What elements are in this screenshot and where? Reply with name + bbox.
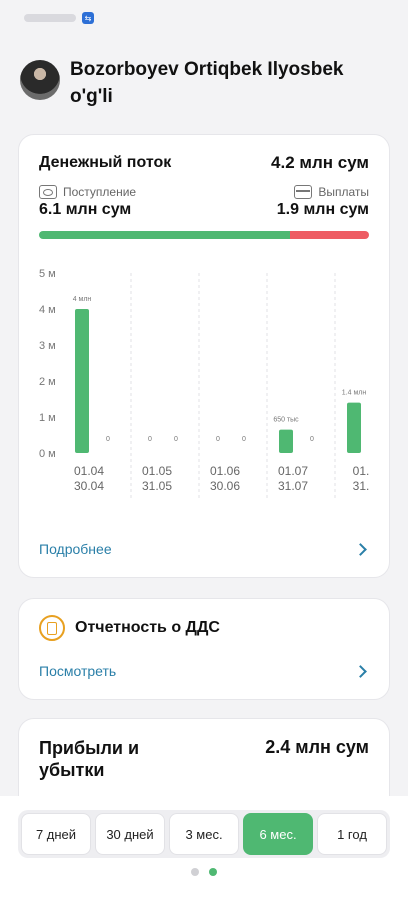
chevron-right-icon [354,664,367,678]
outcome-value: 1.9 млн сум [276,201,369,218]
x-tick-label: 30.04 [74,479,104,493]
y-tick-label: 5 м [39,268,56,280]
cash-flow-card[interactable]: Денежный поток 4.2 млн сум Поступление 6… [18,134,390,578]
chart-bar [347,402,361,453]
status-bar: ⇆ [0,0,408,36]
x-tick-label: 01. [353,464,370,478]
profit-loss-title: Прибыли и убытки [39,738,140,780]
details-link-label: Подробнее [39,541,112,557]
bar-value-label: 0 [216,436,220,443]
card-payment-icon [294,185,313,199]
dds-report-card[interactable]: Отчетность о ДДС Посмотреть [18,598,390,700]
period-panel: 7 дней 30 дней 3 мес. 6 мес. 1 год [0,796,408,900]
income-label: Поступление [63,185,137,199]
x-tick-label: 01.04 [74,464,104,478]
page-dot [209,868,217,876]
page-dot [191,868,199,876]
chart-bar [75,309,89,453]
chevron-right-icon [354,542,367,556]
cash-flow-title: Денежный поток [39,154,172,171]
bar-value-label: 0 [106,436,110,443]
bar-value-label: 0 [310,436,314,443]
x-tick-label: 31.05 [142,479,172,493]
bar-value-label: 4 млн [73,296,92,303]
profit-loss-value: 2.4 млн сум [265,737,369,757]
period-button[interactable]: 1 год [317,813,387,855]
cash-flow-total: 4.2 млн сум [271,153,369,172]
y-tick-label: 0 м [39,448,56,460]
bar-value-label: 0 [174,436,178,443]
bar-value-label: 1.4 млн [342,390,367,397]
cash-flow-chart-svg: 5 м 4 м 3 м 2 м 1 м 0 м 4 млн 0 0 650 тыс 1.4 млн 0… [39,268,370,499]
y-tick-label: 2 м [39,376,56,388]
cash-flow-header: Денежный поток 4.2 млн сум [19,135,389,173]
avatar[interactable] [20,60,60,100]
page-indicator [0,868,408,876]
period-selector[interactable]: 7 дней 30 дней 3 мес. 6 мес. 1 год [18,810,390,858]
income-ratio-fill [39,231,290,239]
view-link-label: Посмотреть [39,663,117,679]
outcome-block: Выплаты 1.9 млн сум [277,185,369,219]
x-tick-label: 01.06 [210,464,240,478]
bar-value-label: 0 [242,436,246,443]
income-outcome-ratio-bar [39,231,369,239]
income-icon [39,185,57,199]
y-tick-label: 4 м [39,304,56,316]
dds-title: Отчетность о ДДС [75,619,220,636]
cash-flow-breakdown: Поступление 6.1 млн сум Выплаты 1.9 млн … [19,173,389,219]
cash-flow-details-link[interactable]: Подробнее [39,541,369,557]
bar-value-label: 0 [148,436,152,443]
income-value: 6.1 млн сум [39,201,132,218]
app-notification-icon: ⇆ [82,12,94,24]
y-tick-label: 3 м [39,340,56,352]
period-button[interactable]: 30 дней [95,813,165,855]
x-tick-label: 30.06 [210,479,240,493]
period-button[interactable]: 6 мес. [243,813,313,855]
x-tick-label: 31.07 [278,479,308,493]
x-tick-label: 31. [353,479,370,493]
period-button[interactable]: 3 мес. [169,813,239,855]
status-time [24,14,76,22]
document-icon [39,615,65,641]
bar-value-label: 650 тыс [273,417,299,424]
x-tick-label: 01.05 [142,464,172,478]
y-tick-label: 1 м [39,412,56,424]
profile-header[interactable]: Bozorboyev Ortiqbek Ilyosbek o'g'li [0,36,408,110]
outcome-ratio-fill [289,231,369,239]
period-button[interactable]: 7 дней [21,813,91,855]
cash-flow-chart[interactable]: 5 м 4 м 3 м 2 м 1 м 0 м 4 млн 0 0 650 тыс 1.4 млн 0… [19,247,389,501]
chart-bar [279,429,293,453]
outcome-label: Выплаты [318,185,369,199]
income-block: Поступление 6.1 млн сум [39,185,136,219]
profile-name: Bozorboyev Ortiqbek Ilyosbek o'g'li [70,59,344,107]
x-tick-label: 01.07 [278,464,308,478]
dds-view-link[interactable]: Посмотреть [39,663,369,679]
